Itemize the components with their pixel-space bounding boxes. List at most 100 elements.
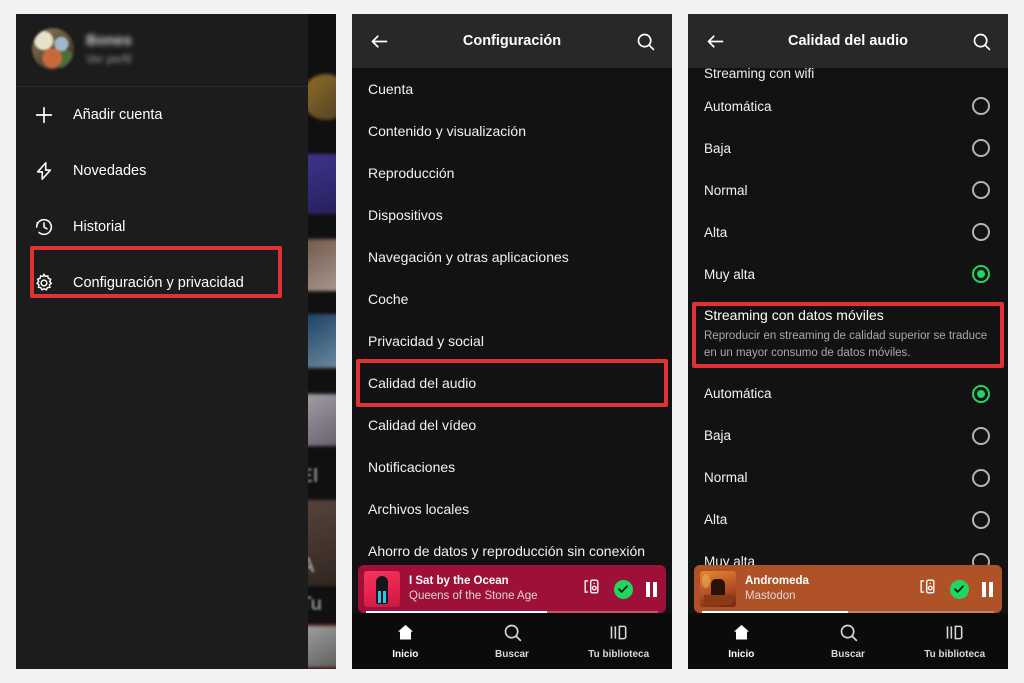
radio-button[interactable] <box>972 223 990 241</box>
bottom-nav-label: Inicio <box>728 649 755 660</box>
now-playing-bar[interactable]: I Sat by the Ocean Queens of the Stone A… <box>358 565 666 613</box>
bottom-nav-buscar[interactable]: Buscar <box>795 622 902 660</box>
option-label: Alta <box>704 224 728 240</box>
settings-topbar: Configuración <box>352 14 672 68</box>
search-icon <box>838 622 859 646</box>
option-label: Baja <box>704 428 732 444</box>
radio-button[interactable] <box>972 426 990 445</box>
bottom-nav-buscar[interactable]: Buscar <box>459 622 566 660</box>
gear-icon <box>32 271 56 295</box>
radio-button[interactable] <box>972 510 990 529</box>
home-icon <box>395 622 416 646</box>
drawer-item-whats-new[interactable]: Novedades <box>16 143 308 199</box>
settings-row-calidad-video[interactable]: Calidad del vídeo <box>352 404 672 446</box>
mobile-data-section-header: Streaming con datos móviles Reproducir e… <box>688 295 1008 373</box>
album-art <box>364 571 400 607</box>
pause-icon[interactable] <box>981 581 993 597</box>
search-icon <box>502 622 523 646</box>
settings-row-privacidad[interactable]: Privacidad y social <box>352 320 672 362</box>
wifi-option-automatica[interactable]: Automática <box>688 85 1008 127</box>
now-playing-title: Andromeda <box>745 574 809 587</box>
settings-row-calidad-audio[interactable]: Calidad del audio <box>352 362 672 404</box>
back-arrow-icon[interactable] <box>702 28 728 54</box>
section-title: Streaming con datos móviles <box>704 307 884 323</box>
panel-account-drawer: El A Tu Bones Ver perfil Añadir <box>16 14 336 669</box>
wifi-option-baja[interactable]: Baja <box>688 127 1008 169</box>
mobile-option-alta[interactable]: Alta <box>688 499 1008 541</box>
wifi-option-muy-alta[interactable]: Muy alta <box>688 253 1008 295</box>
bottom-nav-tu-biblioteca[interactable]: Tu biblioteca <box>901 622 1008 660</box>
page-title: Configuración <box>462 33 562 49</box>
page-title: Calidad del audio <box>787 33 909 49</box>
drawer-item-label: Configuración y privacidad <box>73 275 244 291</box>
option-label: Normal <box>704 182 748 198</box>
option-label: Muy alta <box>704 266 756 282</box>
mobile-option-automatica[interactable]: Automática <box>688 373 1008 415</box>
now-playing-artist: Queens of the Stone Age <box>409 589 538 602</box>
cast-device-icon[interactable] <box>918 577 937 601</box>
now-playing-title: I Sat by the Ocean <box>409 574 509 587</box>
profile-name: Bones <box>86 32 132 50</box>
radio-button[interactable] <box>972 139 990 157</box>
now-playing-bar[interactable]: Andromeda Mastodon <box>694 565 1002 613</box>
mobile-option-normal[interactable]: Normal <box>688 457 1008 499</box>
audio-quality-topbar: Calidad del audio <box>688 14 1008 68</box>
account-drawer: Bones Ver perfil Añadir cuenta Novedades… <box>16 14 308 669</box>
section-description: Reproducir en streaming de calidad super… <box>704 330 988 359</box>
bottom-nav: Inicio Buscar Tu biblioteca <box>688 613 1008 669</box>
search-icon[interactable] <box>968 28 994 54</box>
radio-button-selected[interactable] <box>972 265 990 283</box>
profile-subtitle: Ver perfil <box>86 53 132 66</box>
radio-button[interactable] <box>972 468 990 487</box>
home-icon <box>731 622 752 646</box>
settings-row-coche[interactable]: Coche <box>352 278 672 320</box>
history-clock-icon <box>32 215 56 239</box>
bottom-nav-label: Buscar <box>831 649 865 660</box>
search-icon[interactable] <box>632 28 658 54</box>
bottom-nav-tu-biblioteca[interactable]: Tu biblioteca <box>565 622 672 660</box>
settings-row-notificaciones[interactable]: Notificaciones <box>352 446 672 488</box>
radio-button[interactable] <box>972 97 990 115</box>
settings-row-reproduccion[interactable]: Reproducción <box>352 152 672 194</box>
drawer-item-settings-privacy[interactable]: Configuración y privacidad <box>16 255 308 311</box>
wifi-section-title-clipped: Streaming con wifi <box>704 68 815 81</box>
library-icon <box>944 622 965 646</box>
cast-device-icon[interactable] <box>582 577 601 601</box>
drawer-item-history[interactable]: Historial <box>16 199 308 255</box>
option-label: Normal <box>704 470 748 486</box>
wifi-option-alta[interactable]: Alta <box>688 211 1008 253</box>
pause-icon[interactable] <box>645 581 657 597</box>
settings-row-archivos[interactable]: Archivos locales <box>352 488 672 530</box>
settings-row-dispositivos[interactable]: Dispositivos <box>352 194 672 236</box>
now-playing-artist: Mastodon <box>745 589 796 602</box>
settings-row-navegacion[interactable]: Navegación y otras aplicaciones <box>352 236 672 278</box>
panel-audio-quality: Calidad del audio Streaming con wifi Aut… <box>688 14 1008 669</box>
bottom-nav: Inicio Buscar Tu biblioteca <box>352 613 672 669</box>
bottom-nav-inicio[interactable]: Inicio <box>352 622 459 660</box>
drawer-item-label: Historial <box>73 219 126 235</box>
bottom-nav-label: Tu biblioteca <box>588 649 650 660</box>
check-circle-icon[interactable] <box>949 579 969 599</box>
drawer-item-label: Añadir cuenta <box>73 107 163 123</box>
check-circle-icon[interactable] <box>613 579 633 599</box>
drawer-item-label: Novedades <box>73 163 147 179</box>
plus-icon <box>32 103 56 127</box>
back-arrow-icon[interactable] <box>366 28 392 54</box>
bottom-nav-label: Tu biblioteca <box>924 649 986 660</box>
drawer-item-add-account[interactable]: Añadir cuenta <box>16 87 308 143</box>
radio-button[interactable] <box>972 181 990 199</box>
option-label: Automática <box>704 386 772 402</box>
avatar <box>32 28 74 70</box>
profile-header[interactable]: Bones Ver perfil <box>16 14 308 87</box>
radio-button-selected[interactable] <box>972 384 990 403</box>
option-label: Alta <box>704 512 728 528</box>
settings-row-cuenta[interactable]: Cuenta <box>352 68 672 110</box>
settings-row-contenido[interactable]: Contenido y visualización <box>352 110 672 152</box>
bottom-nav-inicio[interactable]: Inicio <box>688 622 795 660</box>
wifi-option-normal[interactable]: Normal <box>688 169 1008 211</box>
bottom-nav-label: Buscar <box>495 649 529 660</box>
mobile-option-baja[interactable]: Baja <box>688 415 1008 457</box>
bottom-nav-label: Inicio <box>392 649 419 660</box>
bolt-icon <box>32 159 56 183</box>
option-label: Automática <box>704 98 772 114</box>
